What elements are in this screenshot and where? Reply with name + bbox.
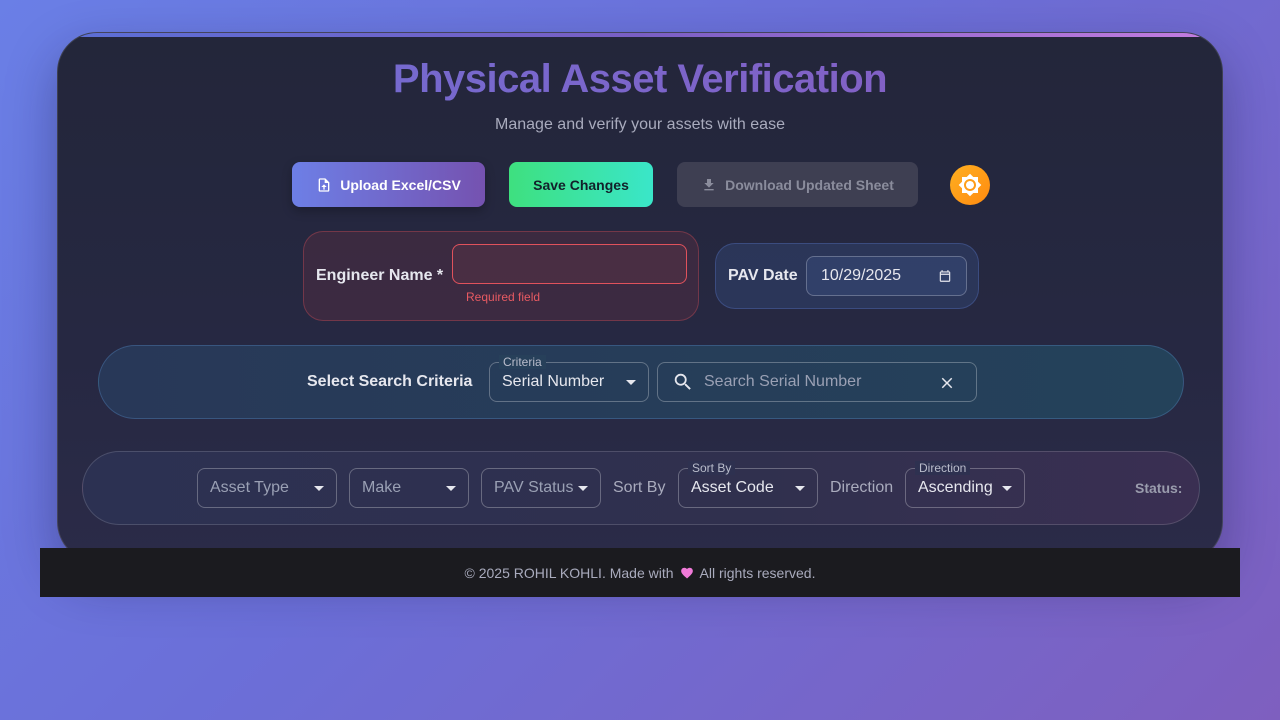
pav-status-label: PAV Status [494, 479, 574, 496]
search-icon [674, 373, 691, 390]
criteria-float-label: Criteria [499, 355, 546, 369]
pav-date-label: PAV Date [728, 267, 798, 284]
save-button-label: Save Changes [533, 176, 629, 193]
direction-text: Direction [830, 479, 894, 496]
pav-date-input[interactable]: 10/29/2025 [806, 256, 967, 296]
search-placeholder: Search Serial Number [704, 373, 862, 390]
make-label: Make [362, 479, 402, 496]
brightness-icon [958, 173, 982, 197]
sort-by-text: Sort By [613, 479, 666, 496]
page-subtitle: Manage and verify your assets with ease [495, 116, 785, 133]
engineer-name-label: Engineer Name * [316, 267, 444, 284]
chevron-down-icon [626, 380, 636, 385]
engineer-name-input[interactable] [452, 244, 687, 284]
calendar-icon[interactable] [938, 269, 952, 283]
download-button-label: Download Updated Sheet [725, 176, 894, 193]
theme-toggle-button[interactable] [950, 165, 990, 205]
chevron-down-icon [446, 486, 456, 491]
asset-type-label: Asset Type [210, 479, 289, 496]
chevron-down-icon [314, 486, 324, 491]
sort-by-float-label: Sort By [688, 461, 736, 475]
download-button[interactable]: Download Updated Sheet [677, 162, 918, 207]
chevron-down-icon [795, 486, 805, 491]
upload-button[interactable]: Upload Excel/CSV [292, 162, 485, 207]
search-input[interactable]: Search Serial Number [657, 362, 977, 402]
sort-by-value: Asset Code [691, 479, 774, 496]
footer-rights: All rights reserved. [699, 564, 816, 581]
search-criteria-label: Select Search Criteria [307, 373, 473, 390]
criteria-select[interactable]: Criteria Serial Number [489, 355, 649, 402]
direction-select[interactable]: Direction Ascending [905, 461, 1025, 508]
filter-panel: Asset Type Make PAV Status Sort By Sort … [82, 451, 1200, 525]
pav-date-value: 10/29/2025 [821, 267, 902, 284]
page-title: Physical Asset Verification [58, 57, 1222, 102]
close-icon[interactable] [938, 374, 956, 392]
make-select[interactable]: Make [349, 468, 469, 508]
direction-value: Ascending [918, 479, 993, 496]
card-accent-line [58, 33, 1222, 37]
chevron-down-icon [578, 486, 588, 491]
main-card: Physical Asset Verification Manage and v… [57, 32, 1223, 562]
upload-button-label: Upload Excel/CSV [340, 176, 461, 193]
pav-date-panel: PAV Date 10/29/2025 [715, 243, 979, 309]
chevron-down-icon [1002, 486, 1012, 491]
search-panel: Select Search Criteria Criteria Serial N… [98, 345, 1184, 419]
engineer-name-panel: Engineer Name * Required field [303, 231, 699, 321]
pav-status-select[interactable]: PAV Status [481, 468, 601, 508]
criteria-value: Serial Number [502, 373, 605, 390]
status-label: Status: [1135, 480, 1183, 496]
heart-icon [680, 567, 693, 578]
engineer-name-error: Required field [466, 290, 541, 304]
sort-by-select[interactable]: Sort By Asset Code [678, 461, 818, 508]
direction-float-label: Direction [915, 461, 971, 475]
file-upload-icon [318, 177, 330, 192]
footer-copyright: © 2025 ROHIL KOHLI. Made with [464, 564, 674, 581]
asset-type-select[interactable]: Asset Type [197, 468, 337, 508]
download-icon [704, 178, 714, 190]
save-button[interactable]: Save Changes [509, 162, 653, 207]
footer: © 2025 ROHIL KOHLI. Made with All rights… [40, 548, 1240, 597]
